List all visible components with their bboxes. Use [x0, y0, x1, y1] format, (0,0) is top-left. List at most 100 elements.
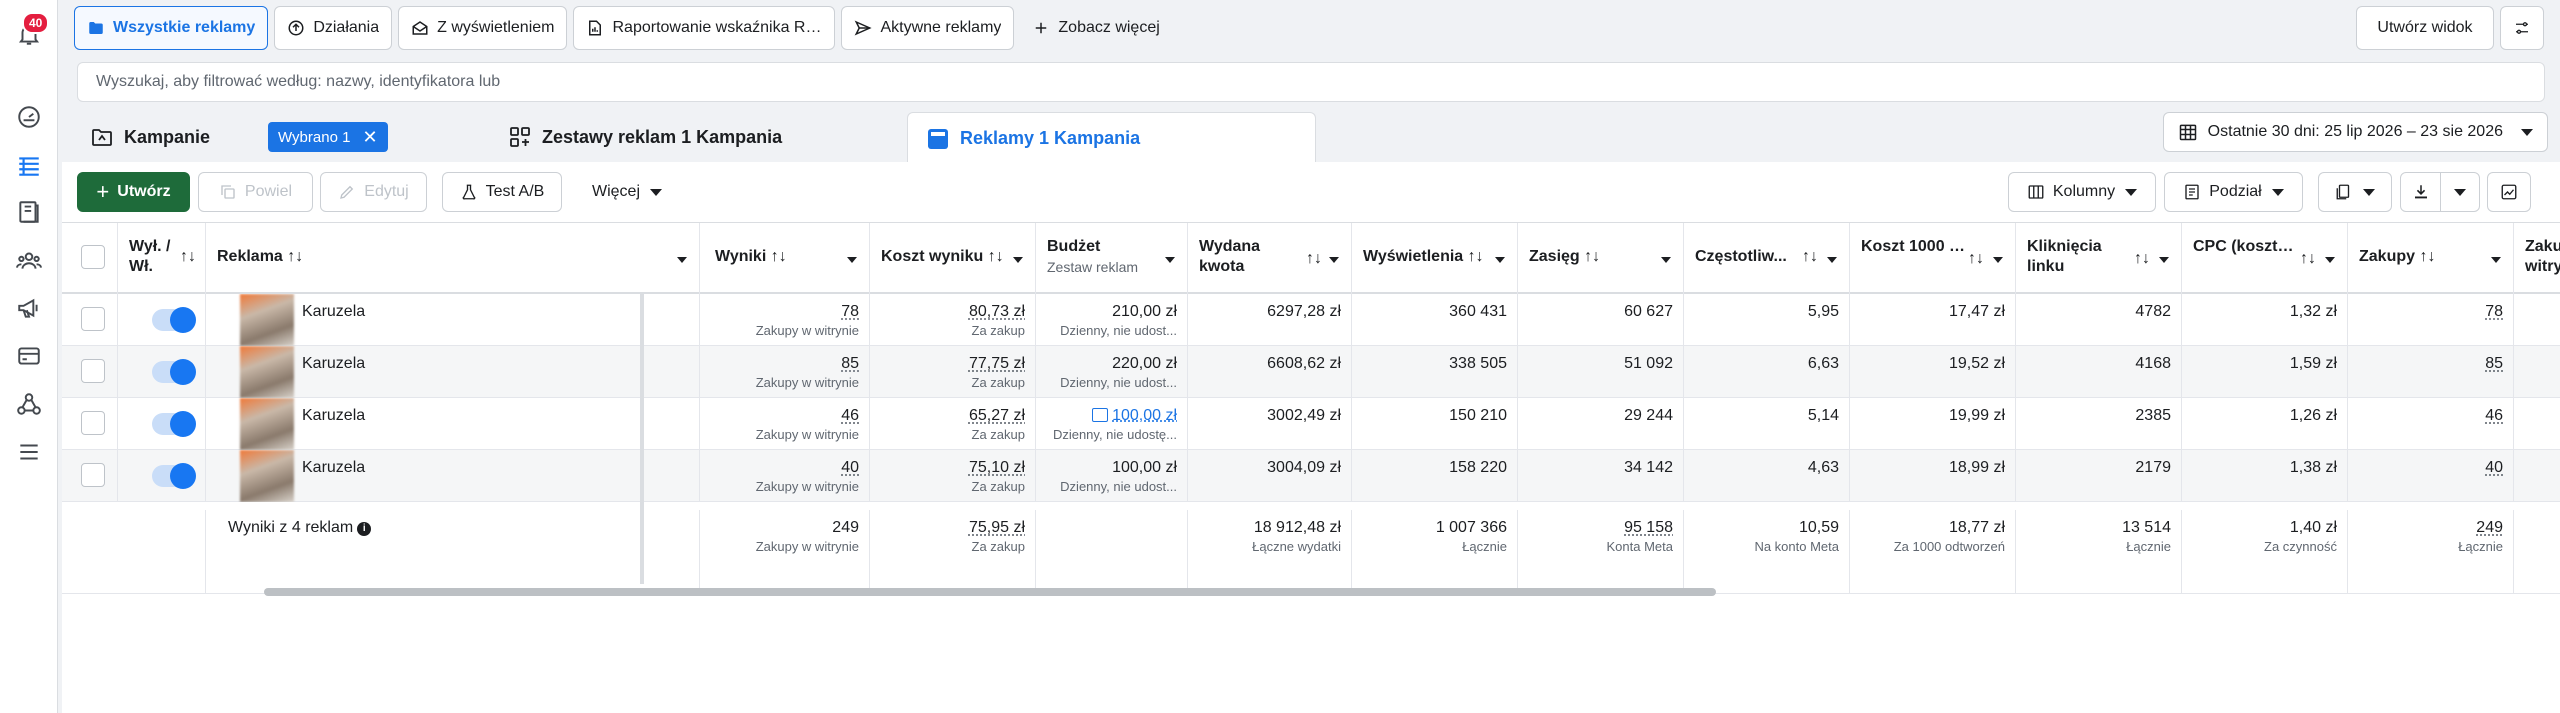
header-ad[interactable]: Reklama ↑↓ [206, 223, 700, 295]
header-spent[interactable]: Wydana kwota ↑↓ [1188, 223, 1352, 295]
ad-toggle[interactable] [152, 307, 196, 333]
row-budget-value[interactable]: 220,00 zł [1112, 355, 1177, 372]
header-cpc[interactable]: CPC (koszt kliknięcia...↑↓ [2182, 223, 2348, 295]
horizontal-scrollbar[interactable] [264, 588, 1716, 596]
sort-icon[interactable]: ↑↓ [1306, 249, 1322, 269]
header-frequency[interactable]: Częstotliw... ↑↓ [1684, 223, 1850, 295]
row-checkbox[interactable] [81, 307, 105, 331]
table-row[interactable]: Karuzela 85 Zakupy w witrynie 77,75 zł Za za… [62, 346, 2560, 398]
row-results-value[interactable]: 85 [841, 355, 859, 372]
header-toggle[interactable]: Wył. / Wł. ↑↓ [118, 223, 206, 295]
reports-button[interactable] [2318, 172, 2392, 212]
header-cost-per-result[interactable]: Koszt wyniku ↑↓ [870, 223, 1036, 295]
row-purchases-value[interactable]: 78 [2485, 303, 2503, 320]
chevron-down-icon[interactable] [2325, 257, 2335, 263]
row-cpr-value[interactable]: 77,75 zł [969, 355, 1025, 372]
menu-icon[interactable] [15, 438, 43, 466]
info-icon[interactable]: i [357, 522, 372, 536]
row-cpr-value[interactable]: 75,10 zł [969, 459, 1025, 476]
tab-all-ads[interactable]: Wszystkie reklamy [74, 6, 269, 50]
sort-icon[interactable]: ↑↓ [2419, 248, 2435, 265]
ad-name[interactable]: Karuzela [302, 302, 365, 321]
row-checkbox[interactable] [81, 463, 105, 487]
ad-name[interactable]: Karuzela [302, 406, 365, 425]
export-button[interactable] [2400, 172, 2480, 212]
chevron-down-icon[interactable] [1495, 257, 1505, 263]
tab-actions[interactable]: Działania [274, 6, 393, 50]
header-reach[interactable]: Zasięg ↑↓ [1518, 223, 1684, 295]
table-row[interactable]: Karuzela 40 Zakupy w witrynie 75,10 zł Za za… [62, 450, 2560, 502]
selected-chip[interactable]: Wybrano 1 ✕ [268, 122, 388, 152]
settings-sliders-button[interactable] [2500, 6, 2544, 50]
chevron-down-icon[interactable] [1329, 257, 1339, 263]
ad-thumbnail[interactable] [240, 450, 294, 502]
see-more-tabs-button[interactable]: Zobacz więcej [1020, 6, 1171, 50]
ad-name[interactable]: Karuzela [302, 354, 365, 373]
row-budget-value[interactable]: 100,00 zł [1112, 407, 1177, 424]
create-button[interactable]: + Utwórz [77, 172, 190, 212]
sort-icon[interactable]: ↑↓ [2134, 249, 2150, 269]
row-cpr-value[interactable]: 65,27 zł [969, 407, 1025, 424]
row-checkbox[interactable] [81, 359, 105, 383]
network-icon[interactable] [15, 390, 43, 418]
breakdown-button[interactable]: Podział [2164, 172, 2303, 212]
duplicate-button[interactable]: Powiel [198, 172, 313, 212]
header-web-purchases[interactable]: Zakupy w witrynie [2514, 223, 2560, 295]
chevron-down-icon[interactable] [1827, 257, 1837, 263]
ad-toggle[interactable] [152, 359, 196, 385]
header-link-clicks[interactable]: Kliknięcia linku ↑↓ [2016, 223, 2182, 295]
chevron-down-icon[interactable] [2159, 257, 2169, 263]
select-all-checkbox[interactable] [81, 245, 105, 269]
ad-thumbnail[interactable] [240, 398, 294, 450]
more-button[interactable]: Więcej [577, 172, 677, 212]
sort-icon[interactable]: ↑↓ [2300, 249, 2316, 269]
row-results-value[interactable]: 78 [841, 303, 859, 320]
chevron-down-icon[interactable] [677, 257, 687, 263]
sort-icon[interactable]: ↑↓ [1968, 249, 1984, 269]
charts-button[interactable] [2487, 172, 2531, 212]
sort-icon[interactable]: ↑↓ [771, 248, 787, 265]
create-view-button[interactable]: Utwórz widok [2356, 6, 2494, 50]
tab-campaigns[interactable]: Kampanie Wybrano 1 ✕ [90, 112, 388, 162]
edit-button[interactable]: Edytuj [320, 172, 427, 212]
chevron-down-icon[interactable] [1013, 257, 1023, 263]
header-impressions[interactable]: Wyświetlenia ↑↓ [1352, 223, 1518, 295]
header-cpm[interactable]: Koszt 1000 wyświetleń...↑↓ [1850, 223, 2016, 295]
row-budget-value[interactable]: 100,00 zł [1112, 459, 1177, 476]
ad-toggle[interactable] [152, 411, 196, 437]
tab-active-ads[interactable]: Aktywne reklamy [841, 6, 1015, 50]
header-purchases[interactable]: Zakupy ↑↓ [2348, 223, 2514, 295]
sort-icon[interactable]: ↑↓ [988, 248, 1004, 265]
sort-icon[interactable]: ↑↓ [180, 247, 196, 267]
row-cpr-value[interactable]: 80,73 zł [969, 303, 1025, 320]
columns-button[interactable]: Kolumny [2008, 172, 2156, 212]
card-icon[interactable] [15, 342, 43, 370]
row-results-value[interactable]: 40 [841, 459, 859, 476]
ab-test-button[interactable]: Test A/B [442, 172, 562, 212]
tab-roas-reporting[interactable]: Raportowanie wskaźnika RO... [573, 6, 836, 50]
sort-icon[interactable]: ↑↓ [1802, 247, 1818, 267]
header-budget[interactable]: Budżet Zestaw reklam [1036, 223, 1188, 295]
row-purchases-value[interactable]: 85 [2485, 355, 2503, 372]
tab-ads[interactable]: Reklamy 1 Kampania [907, 112, 1316, 164]
row-checkbox[interactable] [81, 411, 105, 435]
chevron-down-icon[interactable] [847, 257, 857, 263]
ad-thumbnail[interactable] [240, 346, 294, 398]
sort-icon[interactable]: ↑↓ [1584, 248, 1600, 265]
export-options-button[interactable] [2441, 173, 2479, 211]
download-icon[interactable] [2401, 173, 2441, 211]
table-row[interactable]: Karuzela 78 Zakupy w witrynie 80,73 zł Za za… [62, 294, 2560, 346]
tab-adsets[interactable]: Zestawy reklam 1 Kampania [508, 112, 782, 162]
tab-with-impressions[interactable]: Z wyświetleniem [398, 6, 568, 50]
date-range-picker[interactable]: Ostatnie 30 dni: 25 lip 2026 – 23 sie 20… [2162, 112, 2548, 152]
ad-toggle[interactable] [152, 463, 196, 489]
row-results-value[interactable]: 46 [841, 407, 859, 424]
gauge-icon[interactable] [15, 103, 43, 131]
search-input[interactable]: Wyszukaj, aby filtrować według: nazwy, i… [77, 62, 2545, 102]
row-purchases-value[interactable]: 40 [2485, 459, 2503, 476]
chevron-down-icon[interactable] [1165, 257, 1175, 263]
chevron-down-icon[interactable] [1661, 257, 1671, 263]
sort-icon[interactable]: ↑↓ [287, 248, 303, 265]
row-purchases-value[interactable]: 46 [2485, 407, 2503, 424]
sort-icon[interactable]: ↑↓ [1468, 248, 1484, 265]
